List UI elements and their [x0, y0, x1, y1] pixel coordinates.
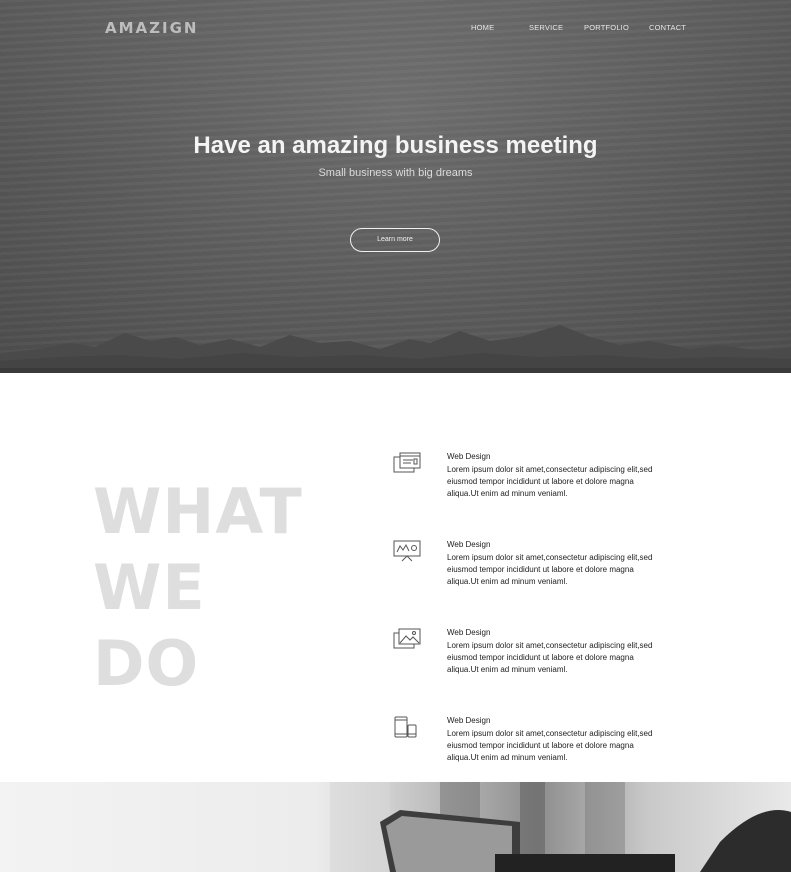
nav-item-portfolio[interactable]: PORTFOLIO — [584, 23, 629, 33]
nav-item-service[interactable]: SERVICE — [529, 23, 563, 33]
service-title: Web Design — [447, 540, 491, 549]
heading-line: WE — [93, 551, 206, 624]
service-item: Web Design Lorem ipsum dolor sit amet,co… — [393, 716, 693, 776]
service-title: Web Design — [447, 452, 491, 461]
service-item: Web Design Lorem ipsum dolor sit amet,co… — [393, 452, 693, 512]
office-photo — [330, 782, 791, 872]
heading-line: WHAT — [93, 475, 303, 548]
service-description: Lorem ipsum dolor sit amet,consectetur a… — [447, 729, 653, 762]
hero-subtitle: Small business with big dreams — [318, 167, 473, 179]
mountain-silhouette — [0, 325, 791, 369]
nav-item-contact[interactable]: CONTACT — [649, 23, 686, 33]
browser-windows-icon — [393, 452, 421, 473]
nav-item-home[interactable]: HOME — [471, 23, 494, 33]
what-we-do-heading: WHAT WE DO — [93, 474, 333, 702]
image-gallery-icon — [393, 628, 421, 649]
heading-line: DO — [93, 627, 200, 700]
main-nav: HOME SERVICE PORTFOLIO CONTACT — [0, 23, 791, 35]
service-description: Lorem ipsum dolor sit amet,consectetur a… — [447, 553, 653, 586]
service-title: Web Design — [447, 628, 491, 637]
hero-section: AMAZIGN HOME SERVICE PORTFOLIO CONTACT H… — [0, 0, 791, 373]
service-description: Lorem ipsum dolor sit amet,consectetur a… — [447, 465, 653, 498]
office-photo-section — [0, 782, 791, 872]
presentation-board-icon — [393, 540, 421, 562]
hero-title: Have an amazing business meeting — [193, 132, 598, 159]
service-description: Lorem ipsum dolor sit amet,consectetur a… — [447, 641, 653, 674]
mobile-devices-icon — [394, 716, 417, 738]
service-item: Web Design Lorem ipsum dolor sit amet,co… — [393, 540, 693, 600]
service-item: Web Design Lorem ipsum dolor sit amet,co… — [393, 628, 693, 688]
learn-more-button[interactable]: Learn more — [350, 228, 440, 252]
service-title: Web Design — [447, 716, 491, 725]
